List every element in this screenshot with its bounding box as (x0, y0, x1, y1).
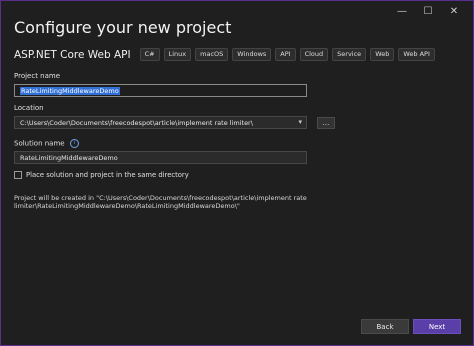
maximize-icon: ☐ (423, 5, 433, 17)
tag-service: Service (332, 48, 367, 61)
project-location-summary: Project will be created in "C:\Users\Cod… (14, 194, 307, 210)
solution-name-label-row: Solution name i (14, 139, 79, 148)
back-button[interactable]: Back (361, 319, 409, 334)
tag-linux: Linux (163, 48, 192, 61)
chevron-down-icon: ▾ (298, 118, 302, 126)
tag-csharp: C# (139, 48, 160, 61)
solution-name-input[interactable]: RateLimitingMiddlewareDemo (14, 151, 307, 164)
tag-cloud: Cloud (299, 48, 329, 61)
template-name: ASP.NET Core Web API (14, 48, 131, 61)
same-directory-option[interactable]: Place solution and project in the same d… (14, 171, 189, 179)
minimize-button[interactable]: — (389, 3, 415, 19)
solution-name-label: Solution name (14, 139, 65, 148)
next-button[interactable]: Next (413, 319, 461, 334)
minimize-icon: — (397, 5, 407, 17)
project-name-input[interactable]: RateLimitingMiddlewareDemo (14, 84, 307, 97)
tag-web: Web (370, 48, 395, 61)
location-dropdown[interactable]: C:\Users\Coder\Documents\freecodespot\ar… (14, 116, 307, 129)
window-controls: — ☐ ✕ (389, 3, 467, 19)
project-name-label: Project name (14, 72, 61, 80)
tag-api: API (275, 48, 296, 61)
close-icon: ✕ (449, 5, 459, 17)
close-button[interactable]: ✕ (441, 3, 467, 19)
tag-windows: Windows (232, 48, 272, 61)
info-icon[interactable]: i (69, 139, 79, 148)
browse-button[interactable]: ... (317, 117, 335, 129)
same-directory-label: Place solution and project in the same d… (26, 171, 189, 179)
solution-name-value: RateLimitingMiddlewareDemo (20, 153, 118, 162)
template-info: ASP.NET Core Web API C# Linux macOS Wind… (14, 48, 439, 61)
maximize-button[interactable]: ☐ (415, 3, 441, 19)
same-directory-checkbox[interactable] (14, 171, 22, 179)
location-label: Location (14, 104, 44, 112)
location-value: C:\Users\Coder\Documents\freecodespot\ar… (20, 118, 253, 127)
tag-web-api: Web API (398, 48, 435, 61)
project-name-value: RateLimitingMiddlewareDemo (20, 86, 120, 95)
tag-macos: macOS (195, 48, 229, 61)
page-title: Configure your new project (14, 18, 232, 37)
dialog-window: — ☐ ✕ Configure your new project ASP.NET… (0, 0, 474, 346)
